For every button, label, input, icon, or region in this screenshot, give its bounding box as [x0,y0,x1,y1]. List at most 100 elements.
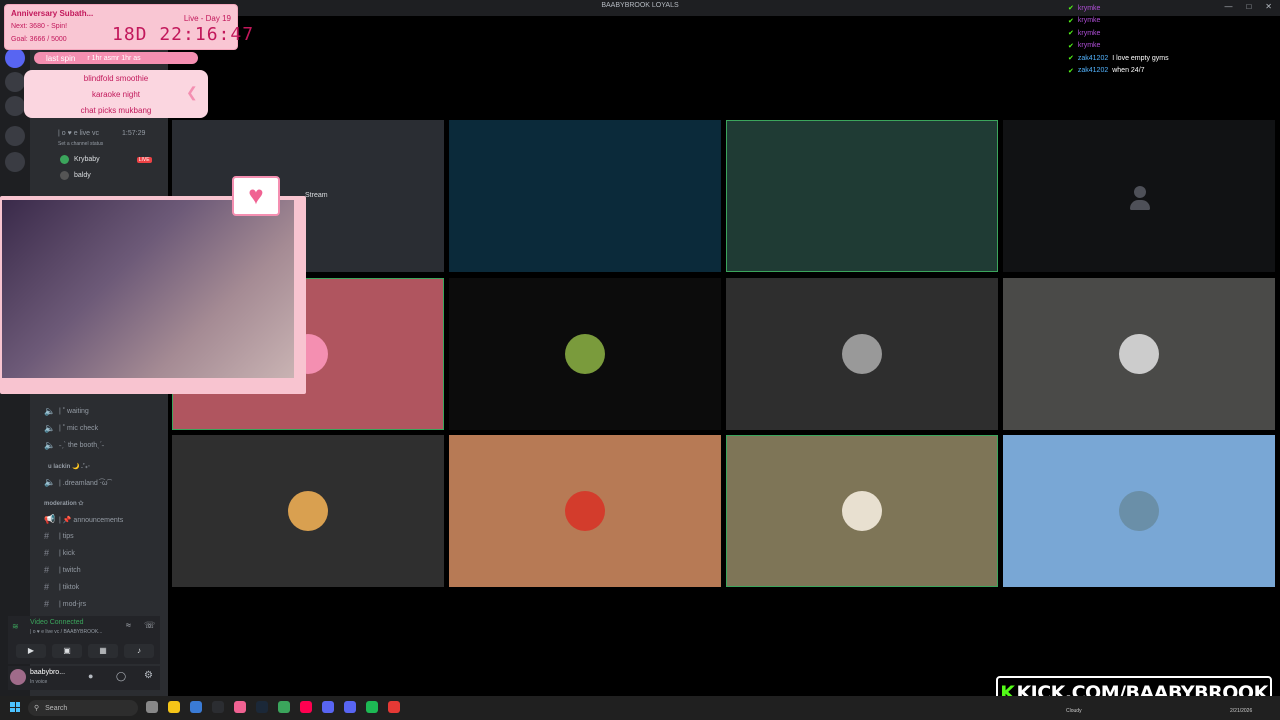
text-channel-tips[interactable]: # | tips [44,531,74,541]
close-icon[interactable]: ✕ [1265,2,1272,11]
subathon-title: Anniversary Subath... [11,9,94,18]
vc-location[interactable]: | o ♥ e live vc / BAABYBROOK... [30,629,130,635]
verified-icon: ✔ [1068,17,1074,25]
chat-overlay: ✔ krymke ✔ krymke ✔ krymke ✔ krymke ✔ zak41202 I l… [1068,2,1169,77]
voice-channel-waiting[interactable]: 🔈 | ˚ waiting [44,406,89,417]
taskbar-app-icon[interactable] [234,701,246,713]
taskbar-app-icon[interactable] [366,701,378,713]
participant-tile[interactable] [1003,278,1275,430]
server-icon-home[interactable] [5,48,25,68]
chat-line: ✔ zak41202 I love empty gyms [1068,52,1169,65]
taskbar-app-icon[interactable] [190,701,202,713]
subathon-timer: 18D 22:16:47 [112,24,255,45]
taskbar-app-icon[interactable] [256,701,268,713]
text-channel-kick[interactable]: # | kick [44,548,75,558]
webcam-feed [2,200,294,378]
avatar [842,491,882,531]
window-controls: — □ ✕ [1224,2,1272,11]
screen-share-button[interactable]: ▣ [52,644,82,658]
camera-button[interactable]: ▶ [16,644,46,658]
taskbar-app-icon[interactable] [388,701,400,713]
video-connected-label: Video Connected [30,619,84,626]
hash-icon: # [44,565,50,575]
chat-line: ✔ zak41202 when 24/7 [1068,65,1169,78]
category-lackin[interactable]: u lackin 🌙 .˚₊‧ [48,463,90,470]
server-icon[interactable] [5,152,25,172]
voice-channel-live-vc[interactable]: | o ♥ e live vc 1:57:29 [58,130,145,137]
chat-username[interactable]: krymke [1078,5,1101,12]
noise-suppression-icon[interactable]: ≈ [126,620,131,630]
avatar [565,334,605,374]
text-channel-mod-jrs[interactable]: # | mod-jrs [44,599,86,609]
headphones-icon[interactable]: ◯ [116,671,126,682]
verified-icon: ✔ [1068,30,1074,38]
taskbar-app-icon[interactable] [278,701,290,713]
avatar [1119,334,1159,374]
hash-icon: # [44,599,50,609]
live-vc-time: 1:57:29 [122,130,146,137]
chat-username[interactable]: krymke [1078,17,1101,24]
spin-list: blindfold smoothie karaoke night chat pi… [24,70,208,118]
heart-icon: ♥ [232,176,280,216]
participant-tile[interactable] [726,278,998,430]
taskbar-app-icon[interactable] [322,701,334,713]
hash-icon: # [44,582,50,592]
stream-label: Stream [305,192,328,199]
voice-member[interactable]: Krybaby LIVE [60,155,152,164]
disconnect-icon[interactable]: ☏ [144,620,155,631]
participant-tile[interactable] [1003,435,1275,587]
chat-line: ✔ krymke [1068,27,1169,40]
taskbar-app-icon[interactable] [146,701,158,713]
avatar [842,334,882,374]
chat-username[interactable]: krymke [1078,30,1101,37]
participant-tile[interactable] [449,435,721,587]
taskbar-app-icon[interactable] [212,701,224,713]
microphone-icon[interactable]: ● [88,671,93,681]
server-icon[interactable] [5,126,25,146]
minimize-icon[interactable]: — [1224,2,1232,11]
taskbar-app-icon[interactable] [300,701,312,713]
signal-icon[interactable]: ≋ [12,622,19,631]
taskbar-app-icon[interactable] [168,701,180,713]
activities-button[interactable]: ▦ [88,644,118,658]
voice-channel-dreamland[interactable]: 🔈 | .dreamland ‧͡ω͡ [44,477,107,488]
server-icon[interactable] [5,72,25,92]
text-channel-tiktok[interactable]: # | tiktok [44,582,79,592]
channel-status[interactable]: Set a channel status [58,141,103,147]
verified-icon: ✔ [1068,5,1074,13]
server-icon[interactable] [5,96,25,116]
live-vc-label: | o ♥ e live vc [58,130,99,137]
chat-username[interactable]: zak41202 [1078,55,1108,62]
participant-tile[interactable] [726,435,998,587]
gear-icon[interactable]: ⚙ [144,670,153,681]
avatar [288,491,328,531]
taskbar-search[interactable]: ⚲ Search [28,700,138,716]
participant-tile[interactable] [449,120,721,272]
search-placeholder: Search [45,704,68,712]
megaphone-icon: 📢 [44,514,56,524]
participant-tile[interactable] [726,120,998,272]
participant-tile[interactable] [449,278,721,430]
voice-member[interactable]: baldy [60,171,91,180]
taskbar-app-icon[interactable] [344,701,356,713]
speaker-icon: 🔈 [44,440,56,450]
text-channel-twitch[interactable]: # | twitch [44,565,81,575]
voice-channel-mic-check[interactable]: 🔈 | ˚ mic check [44,423,98,434]
maximize-icon[interactable]: □ [1246,2,1251,11]
text-channel-announcements[interactable]: 📢 | 📌 announcements [44,514,123,525]
chat-username[interactable]: zak41202 [1078,67,1108,74]
start-icon[interactable] [10,702,20,712]
verified-icon: ✔ [1068,67,1074,75]
voice-channel-booth[interactable]: 🔈 ˗ˏˋ the boothˎˊ˗ [44,440,104,451]
avatar[interactable] [10,669,26,685]
chat-username[interactable]: krymke [1078,42,1101,49]
avatar [60,155,69,164]
weather-label[interactable]: Cloudy [1066,708,1082,714]
spin-item: blindfold smoothie [83,74,149,83]
category-moderation[interactable]: moderation ✩ [44,500,83,507]
clock-date[interactable]: 2/21/2026 [1230,708,1252,714]
last-spin-value: r 1hr asmr 1hr as [87,54,141,62]
soundboard-button[interactable]: ♪ [124,644,154,658]
spin-item: chat picks mukbang [80,106,152,115]
participant-tile[interactable] [172,435,444,587]
